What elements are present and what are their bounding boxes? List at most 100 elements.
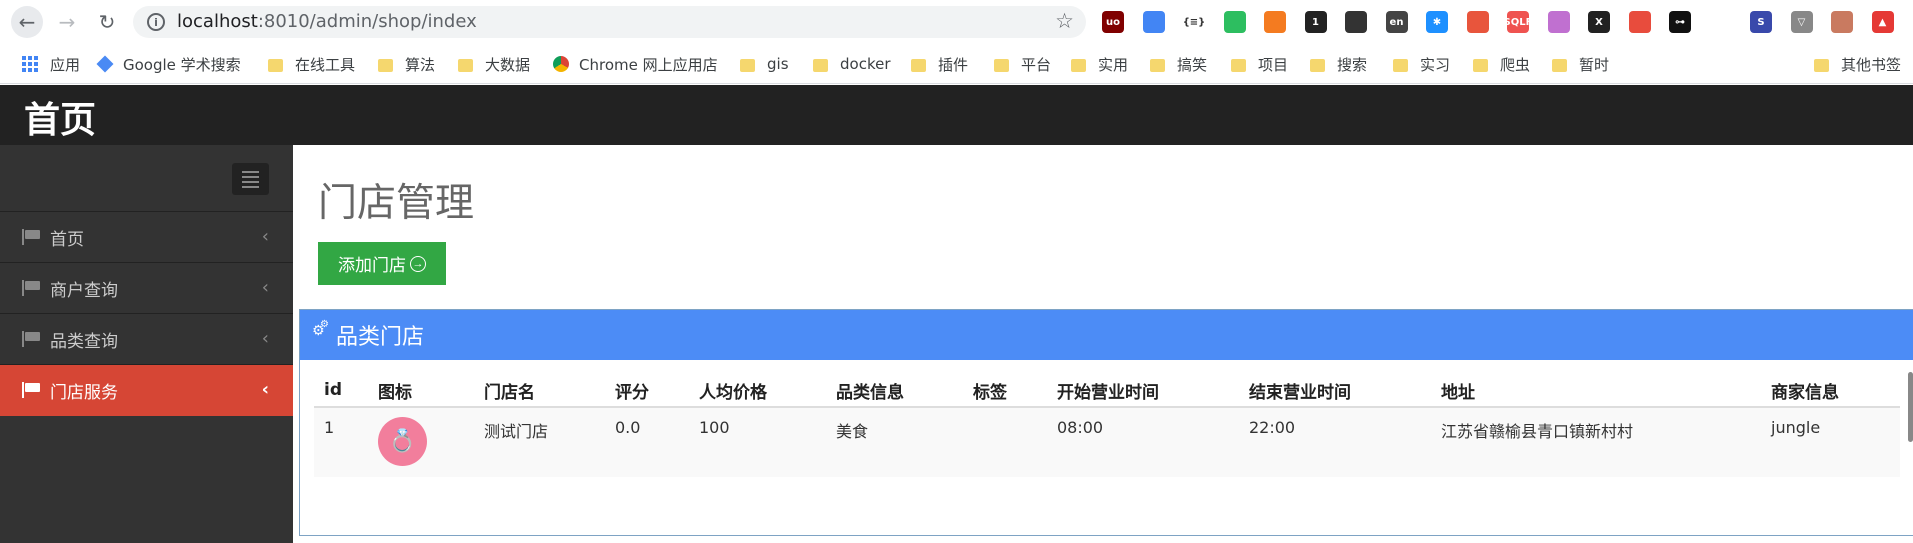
folder-icon (1552, 58, 1567, 72)
cell-tags (963, 407, 1047, 477)
column-header: 商家信息 (1761, 374, 1900, 408)
folder-icon (1393, 58, 1408, 72)
folder-icon (1310, 58, 1325, 72)
folder-icon (911, 58, 926, 72)
key-icon[interactable]: ⊶ (1669, 11, 1691, 33)
table-row: 1 💍 测试门店 0.0 100 美食 08:00 22:00 江苏省赣榆县青口… (314, 407, 1900, 477)
back-arrow-icon[interactable]: ← (11, 6, 43, 38)
sidebar-item-shop-service[interactable]: 门店服务 ‹ (0, 365, 293, 416)
folder-icon (994, 58, 1009, 72)
bookmark-item[interactable]: 应用 (22, 52, 80, 76)
mask-icon[interactable] (1345, 11, 1367, 33)
bookmark-item[interactable]: 算法 (378, 52, 435, 76)
other-bookmarks[interactable]: 其他书签 (1814, 52, 1901, 76)
orange-ext-icon[interactable] (1264, 11, 1286, 33)
sidebar-item-merchant-query[interactable]: 商户查询 ‹ (0, 263, 293, 314)
asterisk-icon[interactable]: ✱ (1426, 11, 1448, 33)
s-ext-icon[interactable]: S (1750, 11, 1772, 33)
bookmark-item[interactable]: 搜索 (1310, 52, 1367, 76)
ublock-icon[interactable]: uo (1102, 11, 1124, 33)
cell-end-time: 22:00 (1239, 407, 1431, 477)
bookmark-item[interactable]: 实习 (1393, 52, 1450, 76)
evernote-icon[interactable] (1223, 11, 1246, 33)
bookmark-star-icon[interactable]: ☆ (1055, 9, 1074, 33)
sidebar-item-label: 门店服务 (50, 382, 118, 403)
cursor-icon[interactable] (1709, 11, 1732, 33)
site-info-icon[interactable]: i (147, 13, 165, 31)
arrow-circle-right-icon: → (410, 255, 426, 272)
tree-icon[interactable] (1466, 11, 1489, 33)
bookmark-item[interactable]: Google 学术搜索 (96, 52, 241, 76)
folder-icon (458, 58, 473, 72)
folder-icon (1473, 58, 1488, 72)
folder-icon (1814, 58, 1829, 72)
bookmark-item[interactable]: 插件 (911, 52, 968, 76)
reload-icon[interactable]: ↻ (92, 8, 122, 36)
x-ext-icon[interactable]: X (1588, 11, 1610, 33)
column-header: 图标 (368, 374, 474, 408)
chrome-color-icon[interactable] (1142, 11, 1165, 33)
bookmark-item[interactable]: 大数据 (458, 52, 530, 76)
bookmark-item[interactable]: 项目 (1231, 52, 1288, 76)
cell-seller: jungle (1761, 407, 1900, 477)
folder-icon (1071, 58, 1086, 72)
translate-icon[interactable]: en (1385, 11, 1408, 33)
folder-icon (740, 58, 755, 72)
avatar-ext-icon[interactable] (1831, 11, 1853, 33)
purple-ext-icon[interactable] (1547, 11, 1570, 33)
bookmark-item[interactable]: gis (740, 52, 789, 76)
cell-icon: 💍 (368, 407, 474, 477)
json-icon[interactable]: {≡} (1183, 11, 1205, 33)
url-text[interactable]: localhost:8010/admin/shop/index (177, 11, 477, 32)
folder-icon (1150, 58, 1165, 72)
cell-name: 测试门店 (474, 407, 605, 477)
cell-address: 江苏省赣榆县青口镇新村村 (1431, 407, 1761, 477)
bookmark-item[interactable]: 暂时 (1552, 52, 1609, 76)
chevron-left-icon: ‹ (261, 226, 269, 247)
sidebar-item-label: 品类查询 (50, 331, 118, 352)
column-header: 地址 (1431, 374, 1761, 408)
vue-icon[interactable]: ▽ (1790, 11, 1813, 33)
folder-icon (813, 58, 828, 72)
sidebar-item-category-query[interactable]: 品类查询 ‹ (0, 314, 293, 365)
bookmark-item[interactable]: Chrome 网上应用店 (553, 52, 718, 76)
add-shop-button[interactable]: 添加门店 → (318, 242, 446, 285)
sidebar: 首页 ‹ 商户查询 ‹ 品类查询 ‹ 门店服务 ‹ (0, 145, 293, 543)
shop-table: id 图标 门店名 评分 人均价格 品类信息 标签 开始营业时间 结束营业时间 … (314, 374, 1900, 477)
table-header-row: id 图标 门店名 评分 人均价格 品类信息 标签 开始营业时间 结束营业时间 … (314, 374, 1900, 408)
scrollbar-thumb[interactable] (1908, 372, 1913, 442)
bookmark-item[interactable]: 平台 (994, 52, 1051, 76)
column-header: 开始营业时间 (1047, 374, 1239, 408)
bookmark-item[interactable]: 搞笑 (1150, 52, 1207, 76)
bookmark-item[interactable]: 实用 (1071, 52, 1128, 76)
folder-icon (378, 58, 393, 72)
location-icon[interactable] (1628, 11, 1651, 33)
bookmark-item[interactable]: docker (813, 52, 891, 76)
sidebar-toggle-area (0, 145, 293, 212)
column-header: 门店名 (474, 374, 605, 408)
sidebar-item-label: 商户查询 (50, 280, 118, 301)
cogs-icon (312, 319, 330, 343)
update-icon[interactable]: ▲ (1871, 11, 1894, 33)
flag-icon (22, 331, 41, 347)
cell-start-time: 08:00 (1047, 407, 1239, 477)
sqlf-icon[interactable]: SQLF (1504, 11, 1532, 33)
apps-grid-icon (22, 56, 38, 72)
folder-icon (1231, 58, 1246, 72)
portlet-title: 品类门店 (336, 325, 425, 350)
forward-arrow-icon[interactable]: → (52, 8, 82, 36)
menu-toggle-icon[interactable] (232, 163, 269, 195)
flag-icon (22, 280, 41, 296)
bookmark-item[interactable]: 爬虫 (1473, 52, 1530, 76)
sidebar-item-home[interactable]: 首页 ‹ (0, 212, 293, 263)
shop-portlet: 品类门店 id 图标 门店名 评分 人均价格 品类信息 标签 开始营业时间 结束… (299, 309, 1913, 536)
cell-id: 1 (314, 407, 368, 477)
page-title: 门店管理 (318, 181, 475, 226)
badge-ext-icon[interactable]: 1 (1304, 11, 1327, 33)
address-bar[interactable]: i localhost:8010/admin/shop/index ☆ (133, 6, 1086, 38)
column-header: 评分 (605, 374, 689, 408)
brand-title[interactable]: 首页 (24, 91, 96, 143)
cell-price: 100 (689, 407, 826, 477)
bookmark-item[interactable]: 在线工具 (268, 52, 355, 76)
app-header: 首页 (0, 85, 1913, 145)
